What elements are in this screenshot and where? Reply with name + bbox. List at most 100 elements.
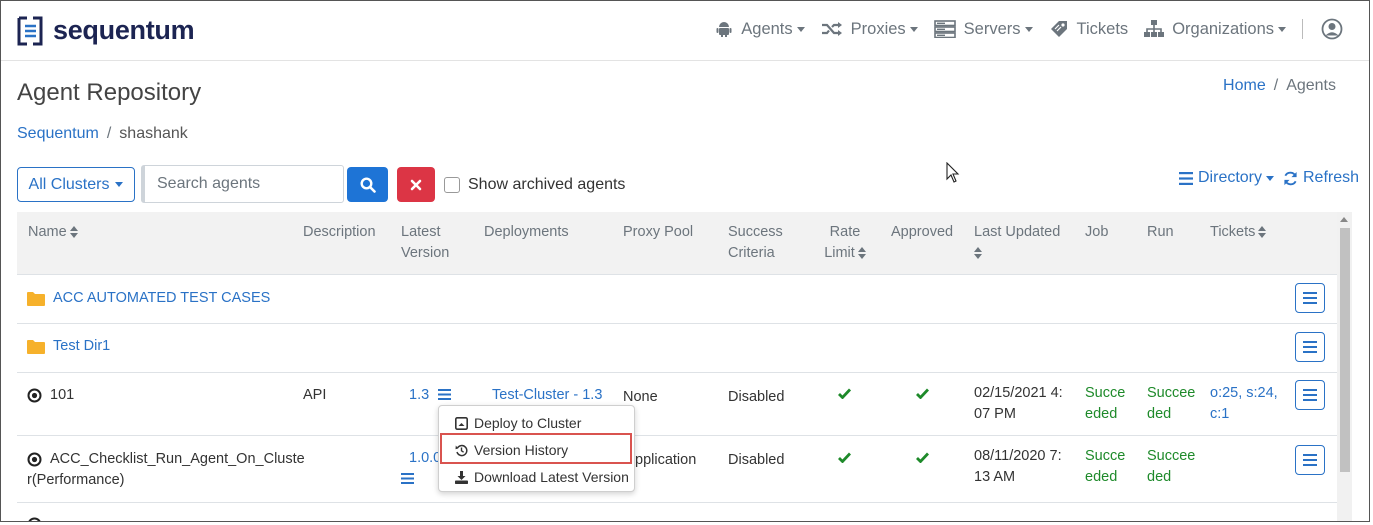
agent-name-label: 101 (50, 387, 75, 403)
table-row[interactable]: ACC_Checklist_Run_Agent_On_Cluste r(Perf… (17, 436, 1337, 503)
job-status: Succe eded (1085, 446, 1125, 488)
nav-servers[interactable]: Servers (933, 20, 1033, 39)
brand-name: sequentum (53, 15, 195, 45)
sort-icon (69, 226, 78, 239)
breadcrumb-home-link[interactable]: Home (1223, 77, 1266, 94)
sort-icon (974, 247, 982, 260)
last-updated-value: 02/15/2021 4: 07 PM (974, 383, 1063, 425)
directory-current: shashank (119, 125, 188, 142)
tag-icon (1050, 21, 1067, 37)
folder-name: ACC AUTOMATED TEST CASES (53, 290, 271, 306)
sequentum-logo-icon (17, 16, 43, 45)
search-button[interactable] (347, 167, 388, 202)
last-updated-value: 08/11/2020 7: 13 AM (974, 446, 1062, 488)
column-latest-version: Latest Version (401, 222, 449, 264)
show-archived-checkbox[interactable] (444, 177, 460, 193)
breadcrumb-separator: / (1273, 77, 1279, 94)
check-icon (916, 388, 929, 399)
nav-proxies[interactable]: Proxies (821, 20, 918, 39)
tickets-line2: c:1 (1210, 406, 1230, 422)
row-menu-button[interactable] (1295, 445, 1325, 475)
job-status-line2: eded (1085, 469, 1118, 485)
directory-root-link[interactable]: Sequentum (17, 125, 99, 142)
column-deployments: Deployments (484, 224, 569, 240)
nav-organizations[interactable]: Organizations (1144, 20, 1286, 39)
refresh-label: Refresh (1303, 169, 1360, 186)
breadcrumb-separator: / (106, 125, 112, 142)
column-last-updated-label: Last Updated (974, 224, 1061, 240)
chevron-down-icon (909, 26, 918, 32)
scroll-up-arrow[interactable] (1340, 217, 1348, 222)
agent-icon (27, 388, 42, 403)
clear-search-button[interactable] (397, 167, 435, 202)
android-icon (716, 22, 732, 37)
success-criteria-value: Disabled (728, 389, 785, 405)
job-status-line1: Succe (1085, 385, 1126, 401)
all-clusters-label: All Clusters (28, 175, 110, 193)
column-rate-limit[interactable]: Rate Limit (823, 222, 867, 264)
column-rate-line2: Limit (824, 245, 855, 261)
folder-icon (27, 339, 45, 354)
user-avatar-icon[interactable] (1321, 18, 1343, 40)
version-menu-icon[interactable] (401, 473, 414, 484)
menu-item-deploy-to-cluster[interactable]: Deploy to Cluster (455, 415, 581, 431)
last-updated-line2: 07 PM (974, 406, 1016, 422)
menu-icon (1303, 389, 1317, 401)
refresh-button[interactable]: Refresh (1283, 169, 1359, 187)
run-status-line1: Succee (1147, 385, 1196, 401)
table-row-folder[interactable]: Test Dir1 (17, 324, 1337, 373)
directory-dropdown[interactable]: Directory (1179, 169, 1275, 187)
close-icon (410, 179, 422, 190)
table-scrollbar[interactable] (1337, 212, 1352, 521)
table-row-folder[interactable]: ACC AUTOMATED TEST CASES (17, 275, 1337, 324)
chevron-down-icon (796, 26, 805, 32)
table-row[interactable]: 101 API 1.3 Test-Cluster - 1.3 None Disa… (17, 373, 1337, 436)
row-menu-button[interactable] (1295, 332, 1325, 362)
last-updated-line2: 13 AM (974, 469, 1016, 485)
all-clusters-dropdown[interactable]: All Clusters (17, 167, 135, 202)
nav-tickets[interactable]: Tickets (1049, 19, 1128, 39)
column-rate-line1: Rate (829, 224, 861, 240)
directory-breadcrumb: Sequentum / shashank (17, 125, 188, 143)
row-menu-button[interactable] (1295, 283, 1325, 313)
agent-version-link[interactable]: 1.3 (409, 385, 429, 406)
nav-agents[interactable]: Agents (715, 20, 805, 39)
highlight-annotation-box (440, 433, 632, 464)
agent-name[interactable]: 101 (27, 385, 74, 406)
agent-version-link[interactable]: 1.0.0 (409, 448, 441, 469)
menu-item-download-latest[interactable]: Download Latest Version (455, 469, 629, 485)
job-status-line1: Succe (1085, 448, 1126, 464)
menu-icon (1303, 454, 1317, 466)
column-last-updated[interactable]: Last Updated (974, 222, 1060, 264)
deployment-link[interactable]: Test-Cluster - 1.3 (492, 385, 602, 406)
nav-menu: Agents Proxies Servers Tickets Organizat… (699, 18, 1343, 40)
folder-link[interactable]: ACC AUTOMATED TEST CASES (27, 288, 270, 309)
download-icon (455, 470, 468, 484)
column-tickets-label: Tickets (1210, 224, 1256, 240)
brand-logo[interactable]: sequentum (17, 15, 195, 46)
column-approved: Approved (891, 224, 954, 240)
chevron-down-icon (1024, 26, 1033, 32)
menu-item-download-label: Download Latest Version (474, 469, 629, 485)
run-status: Succee ded (1147, 383, 1195, 425)
menu-item-deploy-label: Deploy to Cluster (474, 415, 582, 431)
show-archived-toggle[interactable]: Show archived agents (444, 176, 625, 194)
column-name[interactable]: Name (28, 222, 78, 243)
scrollbar-thumb[interactable] (1340, 228, 1350, 472)
column-success-line1: Success (728, 224, 783, 240)
server-icon (933, 20, 956, 38)
check-icon (916, 452, 929, 463)
tickets-link[interactable]: o:25, s:24, c:1 (1210, 383, 1278, 425)
agent-name[interactable]: ACC_Checklist_Run_Agent_On_Cluste r(Perf… (27, 449, 305, 491)
search-input[interactable] (141, 165, 344, 203)
row-menu-button[interactable] (1295, 380, 1325, 410)
search-icon (359, 176, 376, 193)
column-tickets[interactable]: Tickets (1210, 222, 1267, 243)
proxy-pool-value: pplication (635, 452, 697, 468)
folder-link[interactable]: Test Dir1 (27, 336, 110, 357)
version-menu-icon[interactable] (438, 389, 451, 400)
column-latest-version-line2: Version (401, 245, 450, 261)
column-description: Description (303, 224, 376, 240)
menu-icon (1303, 341, 1317, 353)
run-status-line2: ded (1147, 469, 1172, 485)
